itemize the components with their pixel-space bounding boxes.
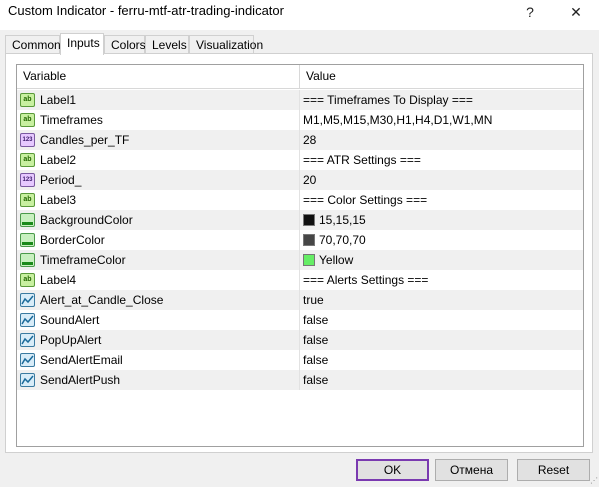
color-icon bbox=[20, 253, 35, 267]
color-icon bbox=[20, 233, 35, 247]
tab-common[interactable]: Common bbox=[5, 35, 61, 54]
grid-row-label3[interactable]: ab Label3 === Color Settings === bbox=[17, 190, 583, 210]
variable-name: Alert_at_Candle_Close bbox=[40, 293, 164, 307]
string-icon: ab bbox=[20, 113, 35, 127]
variable-name: Label3 bbox=[40, 193, 77, 207]
header-value[interactable]: Value bbox=[300, 65, 336, 88]
column-divider bbox=[299, 210, 300, 230]
grid-row-timeframecolor[interactable]: TimeframeColor Yellow bbox=[17, 250, 583, 270]
string-icon: ab bbox=[20, 93, 35, 107]
grid-row-timeframes[interactable]: ab Timeframes M1,M5,M15,M30,H1,H4,D1,W1,MN bbox=[17, 110, 583, 130]
column-divider bbox=[299, 310, 300, 330]
reset-button[interactable]: Reset bbox=[517, 459, 590, 481]
variable-value[interactable]: 15,15,15 bbox=[319, 210, 366, 230]
column-divider bbox=[299, 90, 300, 110]
string-icon: ab bbox=[20, 153, 35, 167]
grid-row-backgroundcolor[interactable]: BackgroundColor 15,15,15 bbox=[17, 210, 583, 230]
variable-value[interactable]: false bbox=[303, 310, 328, 330]
grid-row-popupalert[interactable]: PopUpAlert false bbox=[17, 330, 583, 350]
grid-row-label4[interactable]: ab Label4 === Alerts Settings === bbox=[17, 270, 583, 290]
integer-icon: 123 bbox=[20, 173, 35, 187]
column-divider bbox=[299, 270, 300, 290]
column-divider bbox=[299, 350, 300, 370]
variable-name: Candles_per_TF bbox=[40, 133, 130, 147]
color-swatch[interactable] bbox=[303, 214, 315, 226]
integer-icon: 123 bbox=[20, 133, 35, 147]
variable-name: Period_ bbox=[40, 173, 82, 187]
variable-value[interactable]: Yellow bbox=[319, 250, 353, 270]
resize-grip-icon[interactable]: ⋰ bbox=[588, 476, 598, 486]
header-variable[interactable]: Variable bbox=[17, 65, 66, 88]
variable-name: Label2 bbox=[40, 153, 77, 167]
close-icon[interactable]: ✕ bbox=[561, 0, 591, 24]
grid-row-alert-at-candle-close[interactable]: Alert_at_Candle_Close true bbox=[17, 290, 583, 310]
variable-name: PopUpAlert bbox=[40, 333, 102, 347]
grid-row-period-[interactable]: 123 Period_ 20 bbox=[17, 170, 583, 190]
ok-button[interactable]: OK bbox=[356, 459, 429, 481]
column-divider bbox=[299, 190, 300, 210]
variable-name: Label1 bbox=[40, 93, 77, 107]
variable-name: SoundAlert bbox=[40, 313, 100, 327]
cancel-button[interactable]: Отмена bbox=[435, 459, 508, 481]
variable-value[interactable]: false bbox=[303, 350, 328, 370]
bool-icon bbox=[20, 353, 35, 367]
variable-value[interactable]: false bbox=[303, 330, 328, 350]
grid-row-label2[interactable]: ab Label2 === ATR Settings === bbox=[17, 150, 583, 170]
bool-icon bbox=[20, 333, 35, 347]
color-icon bbox=[20, 213, 35, 227]
grid-row-label1[interactable]: ab Label1 === Timeframes To Display === bbox=[17, 90, 583, 110]
inputs-grid: Variable Value ab Label1 === Timeframes To… bbox=[16, 64, 584, 447]
string-icon: ab bbox=[20, 193, 35, 207]
variable-name: Timeframes bbox=[40, 113, 103, 127]
variable-value[interactable]: === ATR Settings === bbox=[303, 150, 421, 170]
tab-inputs[interactable]: Inputs bbox=[60, 33, 104, 55]
column-divider bbox=[299, 250, 300, 270]
column-divider bbox=[299, 230, 300, 250]
variable-name: TimeframeColor bbox=[40, 253, 126, 267]
grid-row-bordercolor[interactable]: BorderColor 70,70,70 bbox=[17, 230, 583, 250]
variable-value[interactable]: false bbox=[303, 370, 328, 390]
column-divider bbox=[299, 370, 300, 390]
column-divider bbox=[299, 110, 300, 130]
title-bar: Custom Indicator - ferru-mtf-atr-trading… bbox=[0, 0, 599, 30]
grid-row-sendalertemail[interactable]: SendAlertEmail false bbox=[17, 350, 583, 370]
tab-visualization[interactable]: Visualization bbox=[189, 35, 263, 54]
bool-icon bbox=[20, 293, 35, 307]
column-divider bbox=[299, 130, 300, 150]
variable-value[interactable]: 20 bbox=[303, 170, 316, 190]
grid-row-soundalert[interactable]: SoundAlert false bbox=[17, 310, 583, 330]
variable-name: BorderColor bbox=[40, 233, 105, 247]
tab-colors[interactable]: Colors bbox=[104, 35, 146, 54]
color-swatch[interactable] bbox=[303, 254, 315, 266]
bool-icon bbox=[20, 373, 35, 387]
grid-row-sendalertpush[interactable]: SendAlertPush false bbox=[17, 370, 583, 390]
string-icon: ab bbox=[20, 273, 35, 287]
variable-value[interactable]: === Timeframes To Display === bbox=[303, 90, 473, 110]
column-divider bbox=[299, 330, 300, 350]
variable-name: SendAlertEmail bbox=[40, 353, 123, 367]
color-swatch[interactable] bbox=[303, 234, 315, 246]
help-icon[interactable]: ? bbox=[515, 0, 545, 24]
bool-icon bbox=[20, 313, 35, 327]
variable-name: BackgroundColor bbox=[40, 213, 133, 227]
grid-row-candles-per-tf[interactable]: 123 Candles_per_TF 28 bbox=[17, 130, 583, 150]
variable-value[interactable]: true bbox=[303, 290, 324, 310]
variable-name: Label4 bbox=[40, 273, 77, 287]
tab-levels[interactable]: Levels bbox=[145, 35, 189, 54]
column-divider bbox=[299, 290, 300, 310]
variable-value[interactable]: === Alerts Settings === bbox=[303, 270, 428, 290]
grid-header: Variable Value bbox=[17, 65, 583, 89]
variable-value[interactable]: M1,M5,M15,M30,H1,H4,D1,W1,MN bbox=[303, 110, 492, 130]
inputs-panel: Variable Value ab Label1 === Timeframes To… bbox=[5, 53, 593, 453]
column-divider bbox=[299, 170, 300, 190]
variable-value[interactable]: 70,70,70 bbox=[319, 230, 366, 250]
window-title: Custom Indicator - ferru-mtf-atr-trading… bbox=[8, 3, 284, 18]
variable-value[interactable]: === Color Settings === bbox=[303, 190, 427, 210]
variable-value[interactable]: 28 bbox=[303, 130, 316, 150]
variable-name: SendAlertPush bbox=[40, 373, 121, 387]
column-divider bbox=[299, 150, 300, 170]
